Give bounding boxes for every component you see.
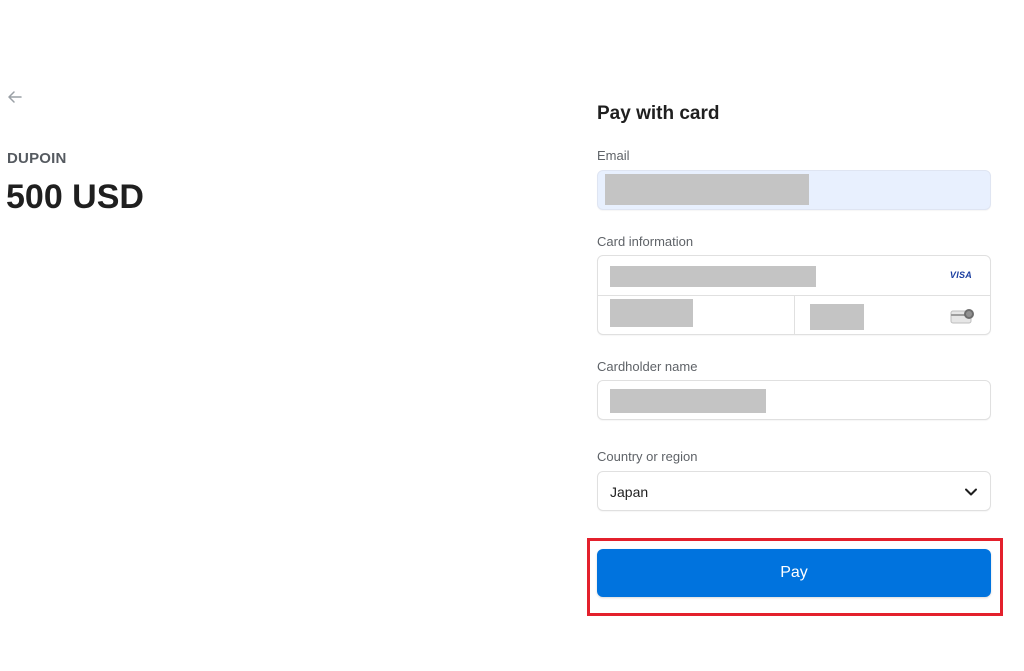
cvc-card-icon [950,309,974,324]
country-selected-value: Japan [610,484,649,500]
visa-icon: VISA [949,270,973,280]
cvc-redacted-value[interactable] [810,304,864,330]
card-information-group: VISA [597,255,991,335]
form-title: Pay with card [597,103,720,124]
email-field[interactable] [597,170,991,210]
card-divider-vertical [794,296,795,335]
country-region-label: Country or region [597,449,698,464]
cardholder-name-field[interactable] [597,380,991,420]
chevron-down-icon [965,488,977,496]
expiry-redacted-value[interactable] [610,299,693,327]
card-information-label: Card information [597,234,694,249]
country-region-select[interactable]: Japan [597,471,991,511]
back-arrow-icon[interactable] [6,88,24,106]
payment-amount: 500 USD [6,178,144,216]
cardholder-name-label: Cardholder name [597,359,698,374]
pay-button[interactable]: Pay [597,549,991,597]
card-number-redacted-value[interactable] [610,266,816,287]
email-redacted-value [605,174,809,205]
merchant-name: DUPOIN [7,150,67,167]
email-label: Email [597,148,630,163]
cardholder-name-redacted-value [610,389,766,413]
